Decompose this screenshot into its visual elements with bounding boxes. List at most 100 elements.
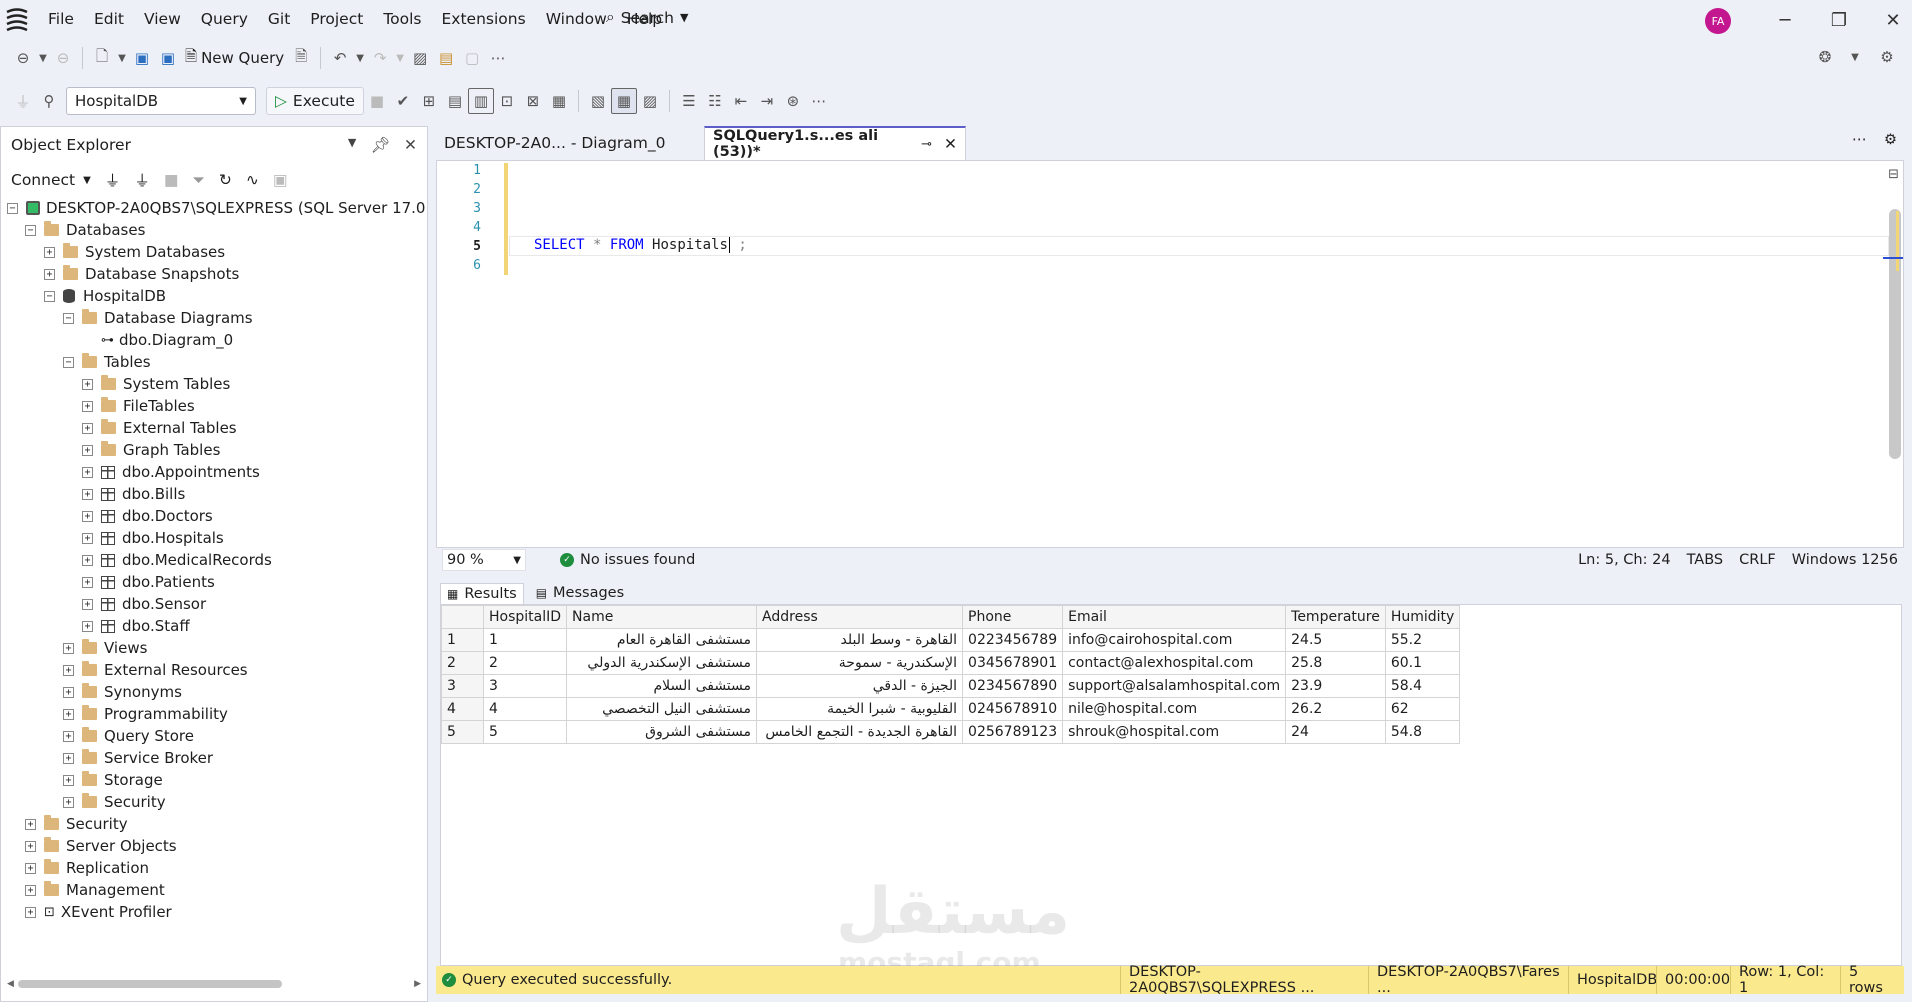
new-query-button[interactable]: 🗎 New Query — [181, 44, 288, 72]
more-icon[interactable]: ⋯ — [485, 45, 511, 71]
query-file-icon[interactable]: 🗎 — [288, 45, 314, 71]
tab-messages[interactable]: ▤ Messages — [530, 583, 630, 603]
expand-icon[interactable]: + — [82, 554, 93, 566]
minimize-icon[interactable]: ─ — [1758, 4, 1812, 36]
client-stats-icon[interactable]: ⊠ — [520, 88, 546, 114]
menu-edit[interactable]: Edit — [84, 8, 134, 30]
estimated-plan-icon[interactable]: ⊞ — [416, 88, 442, 114]
close-icon[interactable]: ✕ — [404, 136, 417, 154]
cell-temperature[interactable]: 26.2 — [1285, 697, 1386, 721]
cell-name[interactable]: مستشفى النيل التخصصي — [566, 697, 758, 721]
cell-hospitalid[interactable]: 2 — [482, 651, 568, 675]
collapse-icon[interactable]: − — [63, 312, 74, 324]
decrease-indent-icon[interactable]: ⇤ — [728, 88, 754, 114]
cell-humidity[interactable]: 62 — [1384, 697, 1461, 721]
cell-temperature[interactable]: 25.8 — [1285, 651, 1386, 675]
expand-icon[interactable]: + — [44, 268, 55, 280]
tree-service-broker[interactable]: + Service Broker — [63, 747, 213, 769]
tree-system-tables[interactable]: + System Tables — [82, 373, 230, 395]
tab-results[interactable]: ▦ Results — [440, 582, 524, 604]
specify-values-icon[interactable]: ⊛ — [780, 88, 806, 114]
undo-icon[interactable]: ↶ — [327, 45, 353, 71]
stop-icon[interactable]: ■ — [164, 171, 179, 189]
database-select[interactable]: HospitalDB ▼ — [66, 87, 256, 115]
tree-storage[interactable]: + Storage — [63, 769, 163, 791]
line-ending[interactable]: CRLF — [1739, 552, 1776, 568]
tree-database-snapshots[interactable]: + Database Snapshots — [44, 263, 239, 285]
change-connection-icon[interactable]: ⚲ — [36, 88, 62, 114]
settings-sync-icon[interactable]: ⚙ — [1874, 44, 1900, 70]
comment-lines-icon[interactable]: ☰ — [676, 88, 702, 114]
tree-replication[interactable]: + Replication — [25, 857, 149, 879]
cell-phone[interactable]: 0234567890 — [962, 674, 1064, 698]
expand-icon[interactable]: + — [44, 246, 55, 258]
cell-hospitalid[interactable]: 5 — [482, 720, 568, 744]
cell-temperature[interactable]: 24.5 — [1285, 628, 1386, 652]
cell-phone[interactable]: 0256789123 — [962, 720, 1064, 744]
tree-table-bills[interactable]: + dbo.Bills — [82, 483, 185, 505]
row-number[interactable]: 4 — [441, 697, 484, 721]
expand-icon[interactable]: + — [82, 488, 93, 500]
tree-table-patients[interactable]: + dbo.Patients — [82, 571, 215, 593]
sql-editor[interactable]: 1 2 3 4 5 6 SELECT * FROM Hospitals ; ⊟ — [436, 160, 1904, 548]
column-header[interactable]: Address — [756, 605, 964, 629]
menu-extensions[interactable]: Extensions — [432, 8, 536, 30]
table-row[interactable]: 5 5 مستشفى الشروق القاهرة الجديدة - التج… — [441, 720, 1461, 744]
results-to-file-alt-icon[interactable]: ▨ — [637, 88, 663, 114]
cell-temperature[interactable]: 23.9 — [1285, 674, 1386, 698]
tab-diagram[interactable]: DESKTOP-2A0... - Diagram_0 — [436, 126, 704, 160]
live-stats-icon[interactable]: ⊡ — [494, 88, 520, 114]
results-to-text-icon[interactable]: ▥ — [467, 88, 494, 114]
menu-file[interactable]: File — [38, 8, 84, 30]
stop-icon[interactable]: ■ — [364, 88, 390, 114]
vertical-scrollbar[interactable] — [1889, 209, 1901, 459]
tree-tables[interactable]: − Tables — [63, 351, 151, 373]
tree-server-objects[interactable]: + Server Objects — [25, 835, 177, 857]
redo-icon[interactable]: ↷ — [367, 45, 393, 71]
expand-icon[interactable]: + — [82, 378, 93, 390]
query-options-icon[interactable]: ▤ — [442, 88, 468, 114]
tree-table-hospitals[interactable]: + dbo.Hospitals — [82, 527, 224, 549]
column-header[interactable]: HospitalID — [482, 605, 568, 629]
cursor-position[interactable]: Ln: 5, Ch: 24 — [1578, 552, 1670, 568]
expand-icon[interactable]: + — [82, 466, 93, 478]
expand-icon[interactable]: + — [82, 510, 93, 522]
row-number[interactable]: 2 — [441, 651, 484, 675]
zoom-select[interactable]: 90 % ▼ — [442, 549, 526, 571]
indent-mode[interactable]: TABS — [1687, 552, 1724, 568]
cell-hospitalid[interactable]: 4 — [482, 697, 568, 721]
tree-synonyms[interactable]: + Synonyms — [63, 681, 182, 703]
expand-icon[interactable]: + — [82, 444, 93, 456]
save-all-icon[interactable]: ▣ — [155, 45, 181, 71]
cell-humidity[interactable]: 55.2 — [1384, 628, 1461, 652]
expand-icon[interactable]: + — [25, 818, 36, 830]
expand-icon[interactable]: + — [25, 906, 36, 918]
column-header[interactable]: Humidity — [1384, 605, 1461, 629]
expand-icon[interactable]: + — [82, 576, 93, 588]
table-row[interactable]: 2 2 مستشفى الإسكندرية الدولي الإسكندرية … — [441, 651, 1461, 675]
tree-external-tables[interactable]: + External Tables — [82, 417, 237, 439]
expand-icon[interactable]: + — [63, 730, 74, 742]
actual-plan-icon[interactable]: ▦ — [546, 88, 572, 114]
cell-email[interactable]: shrouk@hospital.com — [1062, 720, 1287, 744]
tree-management[interactable]: + Management — [25, 879, 165, 901]
chevron-down-icon[interactable]: ▼ — [1842, 44, 1868, 70]
results-to-file-icon[interactable]: ▧ — [585, 88, 611, 114]
tree-views[interactable]: + Views — [63, 637, 147, 659]
cell-address[interactable]: القاهرة - وسط البلد — [756, 628, 964, 652]
expand-icon[interactable]: + — [82, 400, 93, 412]
save-icon[interactable]: ▣ — [129, 45, 155, 71]
forward-icon[interactable]: ⊖ — [50, 45, 76, 71]
cell-email[interactable]: contact@alexhospital.com — [1062, 651, 1287, 675]
expand-icon[interactable]: + — [82, 422, 93, 434]
expand-icon[interactable]: + — [63, 796, 74, 808]
results-grid[interactable]: HospitalID Name Address Phone Email Temp… — [440, 604, 1902, 966]
more-icon[interactable]: ⋯ — [806, 88, 832, 114]
expand-icon[interactable]: + — [63, 774, 74, 786]
execute-button[interactable]: ▷ Execute — [266, 87, 364, 115]
chevron-down-icon[interactable]: ▼ — [115, 45, 129, 71]
split-icon[interactable]: ⊟ — [1888, 167, 1899, 182]
column-header[interactable]: Email — [1062, 605, 1287, 629]
column-header[interactable]: Name — [566, 605, 758, 629]
filter-icon[interactable]: ⏷ — [192, 171, 204, 190]
